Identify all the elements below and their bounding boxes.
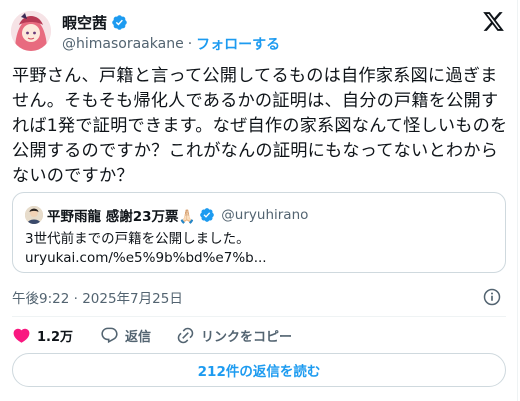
like-count: 1.2万	[37, 329, 74, 345]
tweet-text: 平野さん、戸籍と言って公開してるものは自作家系図に過ぎません。そもそも帰化人であ…	[12, 66, 508, 186]
info-icon[interactable]	[482, 287, 502, 307]
quoted-author-avatar	[25, 206, 43, 224]
verified-badge-icon	[112, 15, 127, 30]
author-handle[interactable]: @himasoraakane	[62, 36, 184, 52]
quoted-tweet-header: 平野雨龍 感謝23万票🙏🏻 @uryuhirano	[25, 205, 308, 225]
quoted-handle: @uryuhirano	[221, 207, 309, 223]
tweet-timestamp[interactable]: 午後9:22 · 2025年7月25日	[12, 287, 183, 307]
quoted-text-line: 3世代前までの戸籍を公開しました。	[25, 231, 250, 247]
author-display-name[interactable]: 暇空茜	[62, 12, 107, 33]
reply-label: 返信	[125, 329, 152, 345]
quoted-display-name: 平野雨龍 感謝23万票🙏🏻	[47, 209, 196, 225]
author-avatar[interactable]	[11, 11, 51, 51]
author-name-row: 暇空茜	[62, 12, 128, 33]
copy-link-button[interactable]: リンクをコピー	[176, 326, 292, 345]
quoted-text: 3世代前までの戸籍を公開しました。 uryukai.com/%e5%9b%bd%…	[25, 230, 267, 268]
action-bar: 1.2万 返信 リンクをコピー	[12, 322, 292, 348]
right-border	[517, 0, 518, 401]
tweet-card: 暇空茜 @himasoraakane · フォローする 平野さん、戸籍と言って公…	[0, 0, 520, 401]
quoted-link[interactable]: uryukai.com/%e5%9b%bd%e7%b...	[25, 250, 267, 266]
link-icon	[177, 327, 194, 343]
reply-button[interactable]: 返信	[100, 326, 176, 345]
follow-button[interactable]: フォローする	[196, 34, 280, 54]
copy-link-label: リンクをコピー	[201, 329, 293, 345]
separator-dot: ·	[187, 36, 193, 52]
x-logo-icon[interactable]	[482, 10, 505, 33]
like-button[interactable]: 1.2万	[12, 326, 100, 345]
heart-icon	[13, 328, 30, 343]
quoted-tweet[interactable]: 平野雨龍 感謝23万票🙏🏻 @uryuhirano 3世代前までの戸籍を公開しま…	[12, 192, 506, 273]
reply-icon	[101, 327, 118, 343]
verified-badge-icon	[200, 208, 215, 222]
read-replies-button[interactable]: 212件の返信を読む	[12, 353, 506, 387]
divider	[12, 316, 506, 317]
author-handle-row: @himasoraakane · フォローする	[62, 34, 280, 54]
